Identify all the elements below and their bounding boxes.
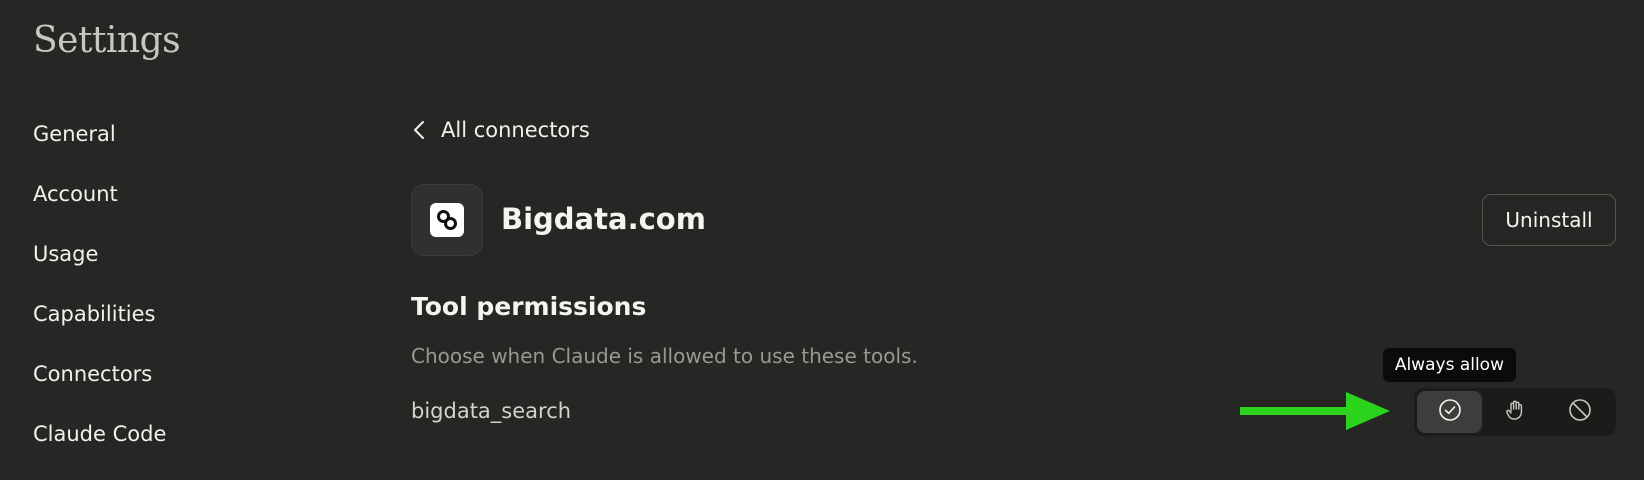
uninstall-button[interactable]: Uninstall — [1482, 194, 1616, 246]
check-circle-icon — [1438, 398, 1462, 426]
needs-approval-button[interactable] — [1482, 391, 1547, 433]
block-icon — [1568, 398, 1592, 426]
bigdata-logo-icon — [430, 203, 464, 237]
sidebar-item-claude-code[interactable]: Claude Code — [33, 424, 333, 480]
sidebar-item-usage[interactable]: Usage — [33, 244, 333, 304]
tool-permissions-description: Choose when Claude is allowed to use the… — [411, 344, 918, 368]
page-title: Settings — [33, 20, 181, 61]
always-allow-tooltip: Always allow — [1382, 348, 1516, 382]
always-allow-button[interactable] — [1417, 391, 1482, 433]
settings-page: Settings General Account Usage Capabilit… — [0, 0, 1644, 480]
sidebar-item-general[interactable]: General — [33, 124, 333, 184]
hand-icon — [1503, 398, 1527, 426]
chevron-left-icon — [411, 120, 427, 140]
settings-sidebar: General Account Usage Capabilities Conne… — [33, 124, 333, 480]
connector-header: Bigdata.com Uninstall — [411, 184, 1616, 256]
green-arrow-annotation — [1240, 392, 1390, 430]
tool-name: bigdata_search — [411, 399, 572, 423]
block-button[interactable] — [1547, 391, 1612, 433]
sidebar-item-connectors[interactable]: Connectors — [33, 364, 333, 424]
sidebar-item-capabilities[interactable]: Capabilities — [33, 304, 333, 364]
sidebar-item-account[interactable]: Account — [33, 184, 333, 244]
tool-row: bigdata_search — [411, 386, 1616, 438]
back-link-label: All connectors — [441, 118, 590, 142]
back-to-connectors-link[interactable]: All connectors — [411, 118, 590, 142]
tool-permissions-title: Tool permissions — [411, 292, 647, 321]
connector-logo — [411, 184, 483, 256]
connector-detail: All connectors Bigdata.com Uninstall Too… — [411, 0, 1616, 480]
connector-name: Bigdata.com — [501, 202, 706, 236]
permission-selector — [1414, 388, 1616, 436]
